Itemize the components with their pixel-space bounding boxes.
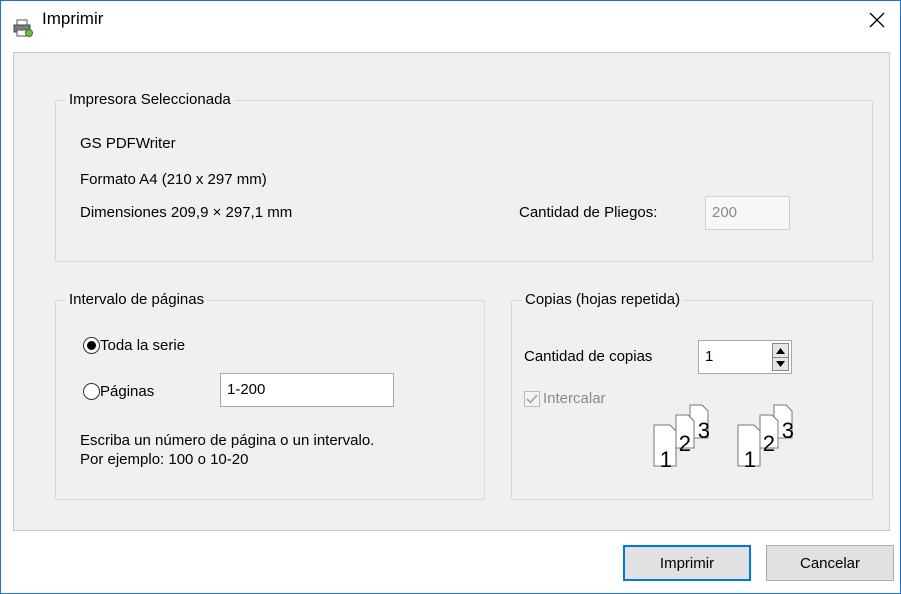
sheets-label: Cantidad de Pliegos: (519, 204, 658, 221)
print-dialog: Imprimir Impresora Seleccionada GS PDFWr… (0, 0, 901, 594)
window-title: Imprimir (42, 9, 104, 28)
collate-page-1: 1 (660, 447, 672, 472)
spin-down-icon[interactable] (773, 357, 788, 370)
printer-dimensions: Dimensiones 209,9 × 297,1 mm (80, 204, 293, 221)
copies-count-input[interactable]: 1 (698, 340, 792, 374)
collate-illustration-icon: 3 2 1 3 2 1 (653, 404, 794, 472)
spin-up-icon[interactable] (773, 344, 788, 358)
settings-panel: Impresora Seleccionada GS PDFWriter Form… (13, 52, 890, 531)
range-help-line2: Por ejemplo: 100 o 10-20 (80, 451, 249, 468)
collate-page-3: 3 (698, 418, 710, 443)
collate-label: Intercalar (543, 390, 606, 407)
page-range-legend: Intervalo de páginas (66, 291, 208, 308)
title-bar: Imprimir (1, 1, 900, 39)
collate-page-1: 1 (744, 447, 756, 472)
printer-format: Formato A4 (210 x 297 mm) (80, 171, 267, 188)
cancel-button[interactable]: Cancelar (766, 545, 894, 581)
collate-page-3: 3 (782, 418, 794, 443)
radio-all-pages[interactable] (83, 337, 100, 354)
sheets-field: 200 (705, 196, 790, 230)
copies-legend: Copias (hojas repetida) (522, 291, 684, 308)
printer-group-legend: Impresora Seleccionada (66, 91, 234, 108)
checkmark-icon (526, 394, 538, 404)
collate-checkbox[interactable] (524, 391, 540, 407)
printer-name: GS PDFWriter (80, 135, 176, 152)
range-help-line1: Escriba un número de página o un interva… (80, 432, 375, 449)
radio-pages[interactable] (83, 383, 100, 400)
radio-pages-label[interactable]: Páginas (100, 383, 154, 400)
close-button[interactable] (854, 1, 900, 39)
collate-page-2: 2 (679, 431, 691, 456)
printer-icon (13, 19, 33, 37)
copies-count-value: 1 (705, 348, 714, 365)
pages-range-input[interactable]: 1-200 (220, 373, 394, 407)
radio-all-pages-label[interactable]: Toda la serie (100, 337, 185, 354)
copies-count-label: Cantidad de copias (524, 348, 653, 365)
print-button[interactable]: Imprimir (623, 545, 751, 581)
dialog-client: Impresora Seleccionada GS PDFWriter Form… (1, 39, 900, 593)
collate-page-2: 2 (763, 431, 775, 456)
copies-spinner[interactable] (772, 343, 789, 371)
close-icon (869, 12, 885, 28)
